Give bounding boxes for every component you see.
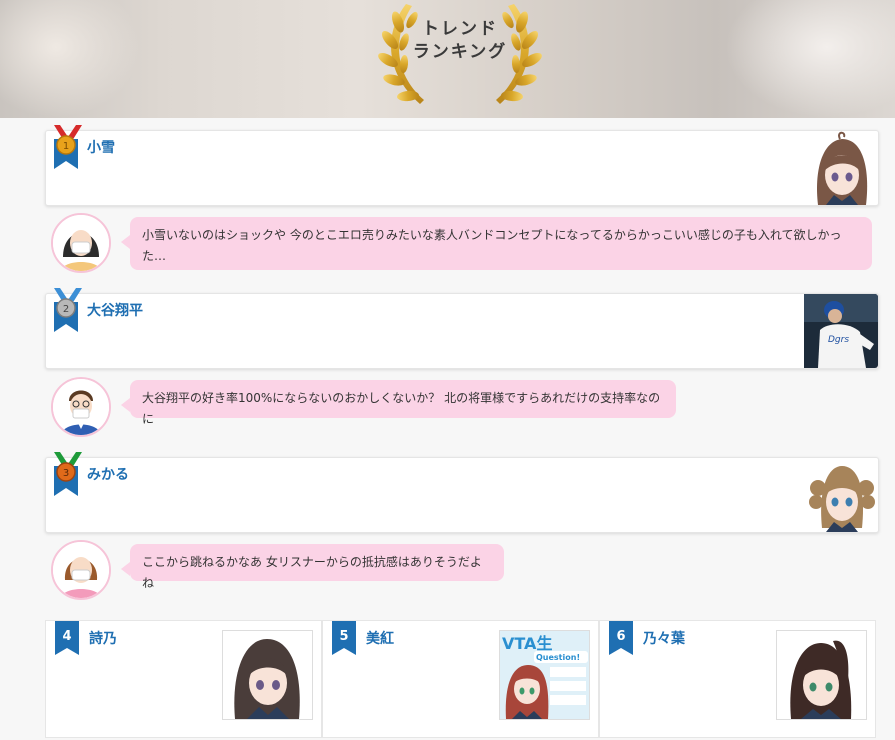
character-thumbnail[interactable]	[776, 630, 867, 720]
ranking-name[interactable]: 小雪	[87, 137, 115, 157]
commenter-avatar	[51, 213, 111, 273]
banner-background	[0, 0, 140, 118]
character-thumbnail[interactable]: VTA生 Question!	[499, 630, 590, 720]
banner-background-right	[725, 0, 895, 118]
ranking-name[interactable]: 詩乃	[89, 628, 117, 648]
character-thumbnail[interactable]	[222, 630, 313, 720]
banner-title: トレンド ランキング	[395, 18, 525, 64]
woman-avatar-icon	[53, 542, 109, 598]
rank-ribbon-icon: 6	[609, 621, 633, 655]
vta-question-card-icon: VTA生 Question!	[500, 631, 589, 719]
silver-medal-icon: 2	[54, 288, 82, 332]
commenter-avatar	[51, 377, 111, 437]
gold-medal-icon: 1	[54, 125, 82, 169]
ranking-name[interactable]: 大谷翔平	[87, 300, 143, 320]
character-thumbnail[interactable]	[804, 131, 878, 205]
ranking-banner: トレンド ランキング	[0, 0, 895, 118]
bronze-medal-icon: 3	[54, 452, 82, 496]
thumb-title: VTA生	[502, 634, 552, 653]
ranking-card-1[interactable]: 1 小雪	[45, 125, 879, 206]
anime-girl-ponytail-icon	[777, 631, 866, 719]
player-photo[interactable]: Dgrs	[804, 294, 878, 368]
rank-ribbon-icon: 5	[332, 621, 356, 655]
ranking-name[interactable]: みかる	[87, 464, 129, 484]
ranking-card-5[interactable]: 5 美紅 VTA生 Question!	[322, 620, 599, 738]
rank-number: 5	[339, 629, 348, 644]
comment-bubble: 大谷翔平の好き率100%にならないのおかしくないか？ 北の将軍様ですらあれだけの…	[121, 380, 676, 426]
jersey-logo: Dgrs	[828, 335, 849, 345]
rank-number: 4	[62, 629, 71, 644]
banner-title-line2: ランキング	[412, 42, 508, 62]
ranking-name[interactable]: 美紅	[366, 628, 394, 648]
rank-number: 6	[616, 629, 625, 644]
ranking-card-2[interactable]: 2 大谷翔平 Dgrs	[45, 288, 879, 369]
ranking-name[interactable]: 乃々葉	[643, 628, 685, 648]
comment-bubble: ここから跳ねるかなあ 女リスナーからの抵抗感はありそうだよね	[121, 544, 504, 590]
man-avatar-icon	[53, 379, 109, 435]
medal-rank-number: 1	[63, 141, 69, 152]
rank-ribbon-icon: 4	[55, 621, 79, 655]
medal-rank-number: 2	[63, 304, 69, 315]
character-thumbnail[interactable]	[804, 458, 878, 532]
baseball-player-photo-icon: Dgrs	[804, 294, 878, 368]
commenter-avatar	[51, 540, 111, 600]
comment-bubble: 小雪いないのはショックや 今のとこエロ売りみたいな素人バンドコンセプトになってる…	[121, 217, 872, 270]
thumb-subtitle: Question!	[536, 653, 580, 662]
ranking-card-3[interactable]: 3 みかる	[45, 452, 879, 533]
anime-girl-portrait-icon	[804, 131, 878, 205]
ranking-card-4[interactable]: 4 詩乃	[45, 620, 322, 738]
ranking-card-6[interactable]: 6 乃々葉	[599, 620, 876, 738]
medal-rank-number: 3	[63, 468, 69, 479]
anime-girl-dark-hair-icon	[223, 631, 312, 719]
woman-avatar-icon	[53, 215, 109, 271]
banner-title-line1: トレンド	[422, 19, 498, 39]
anime-girl-twin-braids-icon	[804, 458, 878, 532]
